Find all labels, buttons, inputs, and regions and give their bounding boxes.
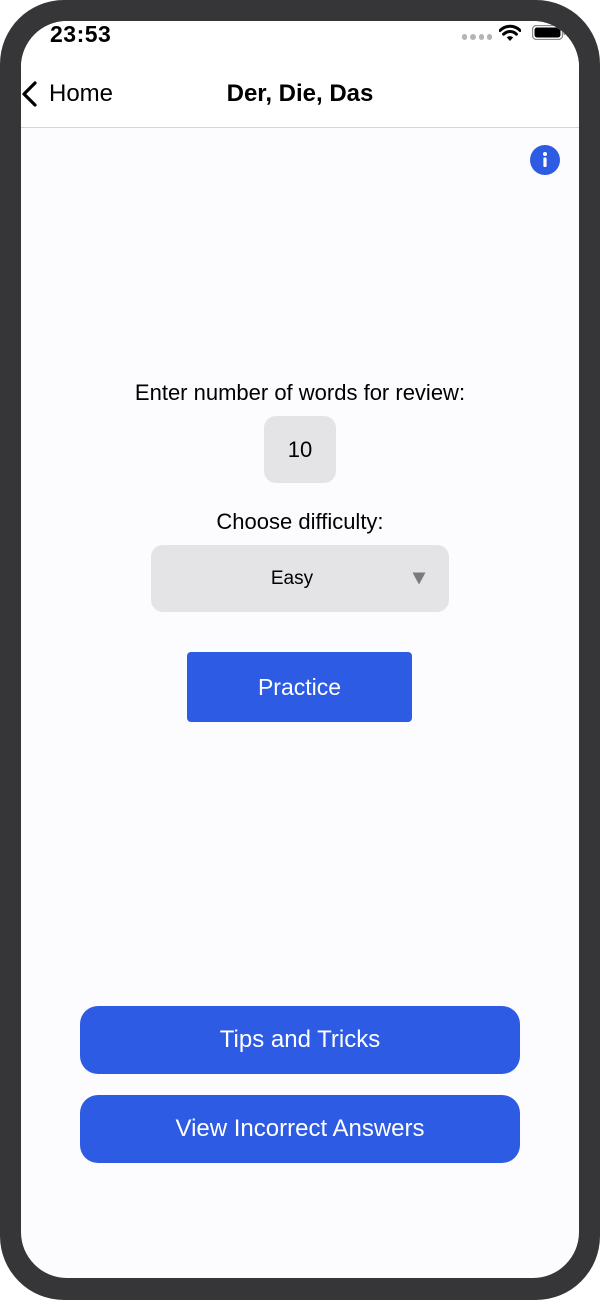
chevron-left-icon (22, 81, 37, 107)
navigation-bar: Home Der, Die, Das (21, 61, 579, 128)
difficulty-selected-value: Easy (270, 568, 314, 589)
view-incorrect-answers-button[interactable]: View Incorrect Answers (80, 1095, 520, 1163)
signal-dots-icon (462, 34, 492, 42)
battery-icon (532, 25, 566, 40)
difficulty-select[interactable]: Easy (151, 545, 449, 612)
word-count-input[interactable] (264, 416, 336, 483)
info-icon (543, 152, 547, 167)
word-count-label: Enter number of words for review: (134, 380, 466, 405)
difficulty-label: Choose difficulty: (216, 509, 384, 534)
dropdown-triangle-icon (412, 572, 426, 585)
tips-and-tricks-button[interactable]: Tips and Tricks (80, 1006, 520, 1074)
back-button-label: Home (49, 80, 114, 107)
status-bar: 23:53 (21, 21, 579, 61)
app-screen: 23:53 Home Der, Die, Das Enter number of… (21, 21, 579, 1278)
status-time: 23:53 (50, 21, 112, 47)
info-button[interactable] (530, 145, 560, 175)
practice-button[interactable]: Practice (187, 652, 412, 722)
wifi-icon (499, 24, 521, 41)
back-button[interactable]: Home (21, 61, 113, 127)
device-frame: 23:53 Home Der, Die, Das Enter number of… (0, 0, 600, 1300)
